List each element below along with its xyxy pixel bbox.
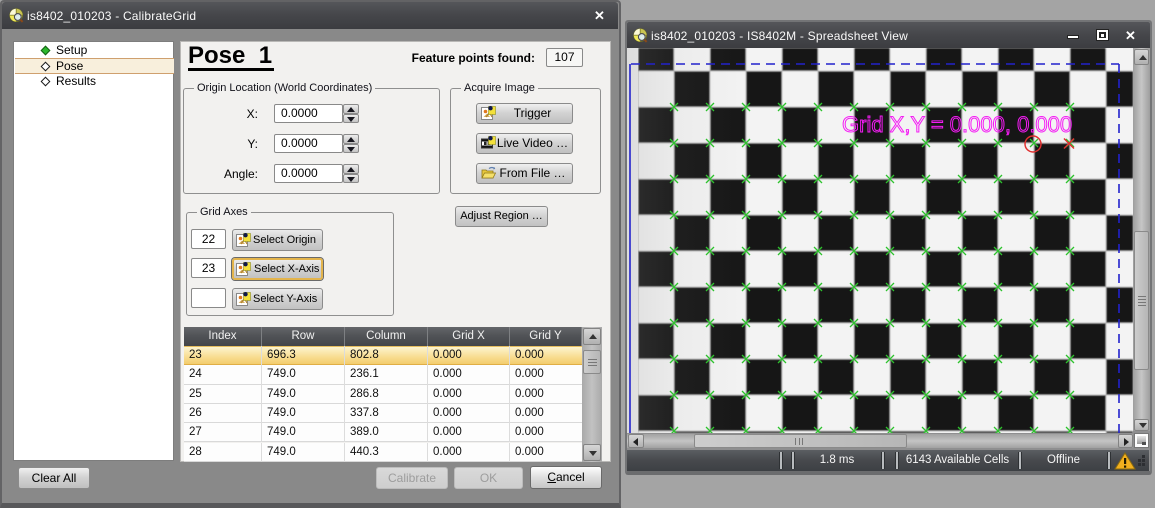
svg-text:Grid X,Y = 0.000, 0.000: Grid X,Y = 0.000, 0.000 (842, 112, 1072, 137)
